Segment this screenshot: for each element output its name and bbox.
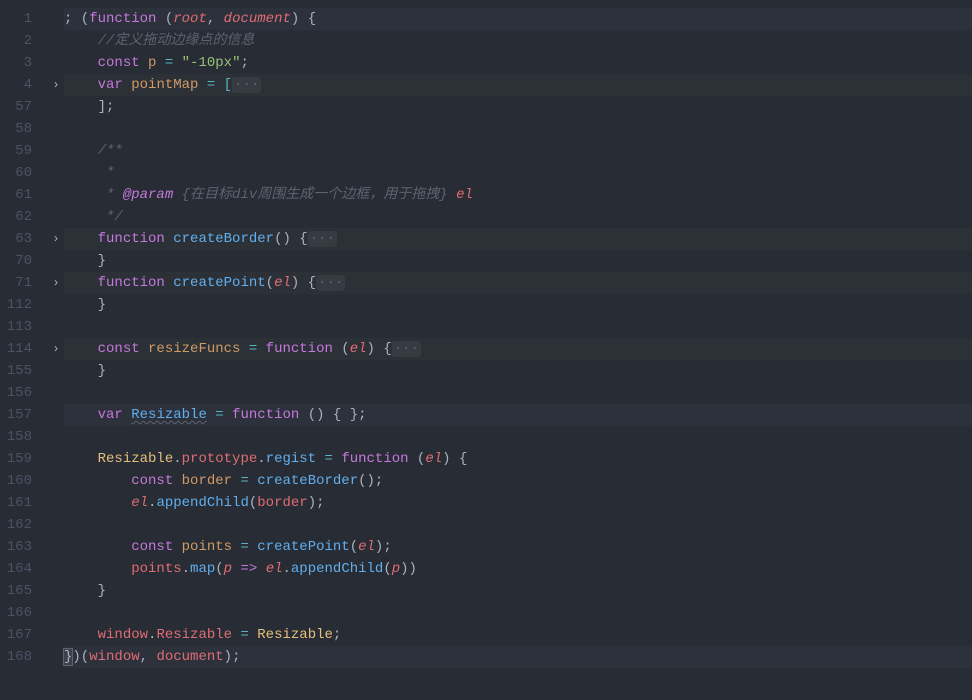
- line-number: 3: [0, 52, 44, 74]
- line-number-gutter: 1 2 3 4 57 58 59 60 61 62 63 70 71 112 1…: [0, 8, 48, 700]
- chevron-right-icon[interactable]: ›: [48, 74, 64, 96]
- line-number: 166: [0, 602, 44, 624]
- code-line: const p = "-10px";: [64, 52, 972, 74]
- line-number: 155: [0, 360, 44, 382]
- line-number: 1: [0, 8, 44, 30]
- line-number: 163: [0, 536, 44, 558]
- code-line: Resizable.prototype.regist = function (e…: [64, 448, 972, 470]
- code-line: }: [64, 360, 972, 382]
- line-number: 57: [0, 96, 44, 118]
- code-line: var pointMap = [···: [64, 74, 972, 96]
- line-number: 164: [0, 558, 44, 580]
- line-number: 113: [0, 316, 44, 338]
- line-number: 4: [0, 74, 44, 96]
- chevron-right-icon[interactable]: ›: [48, 338, 64, 360]
- code-line: */: [64, 206, 972, 228]
- code-line: [64, 514, 972, 536]
- code-line: //定义拖动边缘点的信息: [64, 30, 972, 52]
- code-line: [64, 316, 972, 338]
- code-line: }: [64, 250, 972, 272]
- line-number: 161: [0, 492, 44, 514]
- line-number: 160: [0, 470, 44, 492]
- code-line: function createBorder() {···: [64, 228, 972, 250]
- code-area[interactable]: ; (function (root, document) { //定义拖动边缘点…: [64, 8, 972, 700]
- breadcrumb[interactable]: [0, 0, 972, 8]
- line-number: 58: [0, 118, 44, 140]
- chevron-right-icon[interactable]: ›: [48, 272, 64, 294]
- code-line: [64, 426, 972, 448]
- code-line: window.Resizable = Resizable;: [64, 624, 972, 646]
- line-number: 167: [0, 624, 44, 646]
- code-line: points.map(p => el.appendChild(p)): [64, 558, 972, 580]
- code-line: [64, 382, 972, 404]
- line-number: 71: [0, 272, 44, 294]
- code-line: el.appendChild(border);: [64, 492, 972, 514]
- code-line: }: [64, 580, 972, 602]
- code-line: *: [64, 162, 972, 184]
- line-number: 165: [0, 580, 44, 602]
- line-number: 162: [0, 514, 44, 536]
- code-line: /**: [64, 140, 972, 162]
- code-line: * @param {在目标div周围生成一个边框，用于拖拽} el: [64, 184, 972, 206]
- line-number: 61: [0, 184, 44, 206]
- line-number: 159: [0, 448, 44, 470]
- code-line: [64, 118, 972, 140]
- code-line: ; (function (root, document) {: [64, 8, 972, 30]
- line-number: 156: [0, 382, 44, 404]
- line-number: 62: [0, 206, 44, 228]
- line-number: 59: [0, 140, 44, 162]
- code-editor: 1 2 3 4 57 58 59 60 61 62 63 70 71 112 1…: [0, 8, 972, 700]
- line-number: 2: [0, 30, 44, 52]
- line-number: 114: [0, 338, 44, 360]
- code-line: })(window, document);: [64, 646, 972, 668]
- code-line: var Resizable = function () { };: [64, 404, 972, 426]
- code-line: [64, 602, 972, 624]
- code-line: ];: [64, 96, 972, 118]
- fold-gutter: › › › ›: [48, 8, 64, 700]
- line-number: 158: [0, 426, 44, 448]
- line-number: 63: [0, 228, 44, 250]
- code-line: const border = createBorder();: [64, 470, 972, 492]
- code-line: const points = createPoint(el);: [64, 536, 972, 558]
- code-line: const resizeFuncs = function (el) {···: [64, 338, 972, 360]
- chevron-right-icon[interactable]: ›: [48, 228, 64, 250]
- line-number: 70: [0, 250, 44, 272]
- code-line: }: [64, 294, 972, 316]
- line-number: 112: [0, 294, 44, 316]
- line-number: 60: [0, 162, 44, 184]
- line-number: 157: [0, 404, 44, 426]
- code-line: function createPoint(el) {···: [64, 272, 972, 294]
- line-number: 168: [0, 646, 44, 668]
